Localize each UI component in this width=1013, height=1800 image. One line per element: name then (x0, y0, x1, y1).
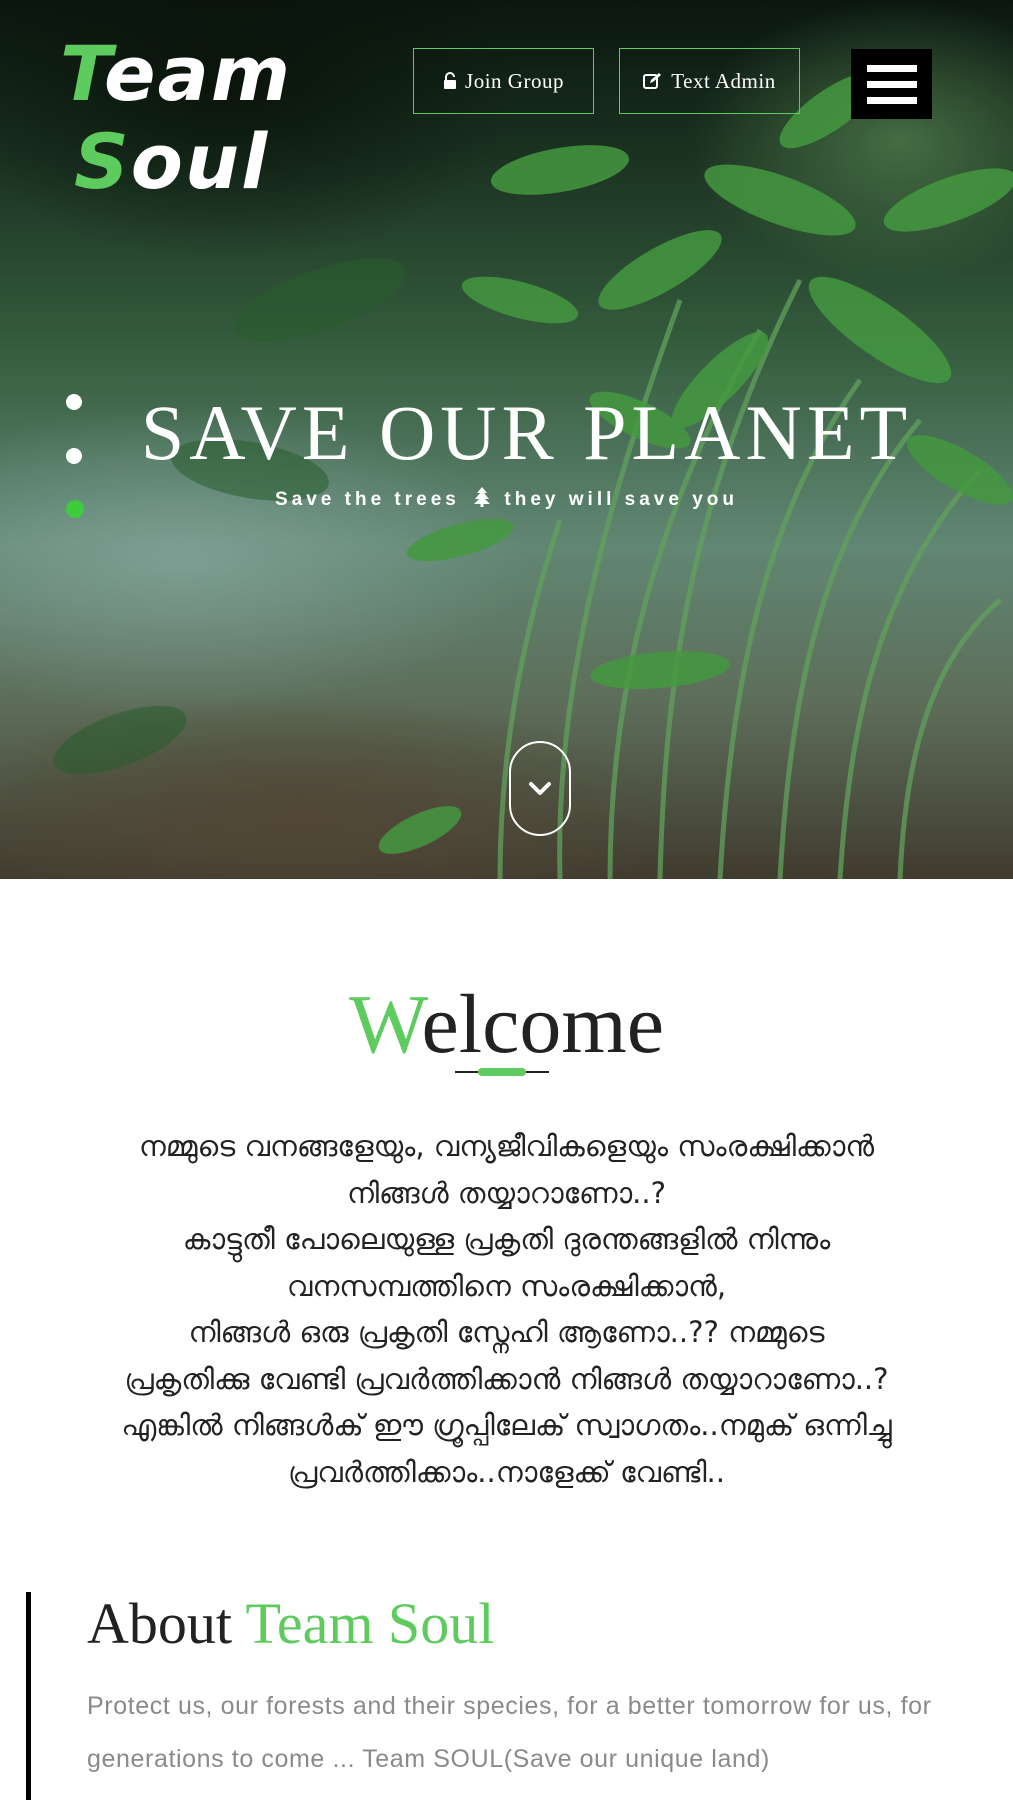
tree-icon (474, 487, 491, 507)
welcome-line: നമ്മുടെ വനങ്ങളേയും, വന്യജീവികളെയും സംരക്… (138, 1129, 875, 1163)
chevron-down-icon (529, 781, 551, 795)
hero-subtitle-start: Save the trees (275, 489, 460, 510)
welcome-line: കാട്ടുതീ പോലെയുള്ള പ്രകൃതി ദുരന്തങ്ങളിൽ … (182, 1222, 831, 1256)
welcome-heading-text: elcome (421, 978, 665, 1071)
text-admin-button[interactable]: Text Admin (619, 48, 800, 114)
join-group-label: Join Group (465, 68, 564, 93)
hero-subtitle-end: they will save you (504, 489, 738, 510)
hamburger-menu-icon[interactable] (851, 49, 932, 119)
welcome-line: എങ്കിൽ നിങ്ങൾക് ഈ ഗ്രൂപ്പിലേക് സ്വാഗതം..… (121, 1408, 892, 1442)
hero-subtitle: Save the trees they will save you (0, 487, 1013, 511)
logo-text: eam (104, 29, 293, 118)
welcome-line: വനസമ്പത്തിനെ സംരക്ഷിക്കാൻ, (286, 1268, 727, 1303)
edit-icon (643, 73, 662, 89)
welcome-heading: Welcome (0, 975, 1013, 1075)
about-text: Protect us, our forests and their specie… (87, 1692, 932, 1773)
about-heading-text: About (87, 1591, 246, 1656)
welcome-line: പ്രകൃതിക്കു വേണ്ടി പ്രവർത്തിക്കാൻ നിങ്ങൾ… (124, 1361, 889, 1396)
welcome-accent-letter: W (348, 978, 422, 1071)
site-logo[interactable]: Team Soul (60, 30, 292, 206)
welcome-line: പ്രവർത്തിക്കാം..നാളേക്ക് വേണ്ടി.. (288, 1454, 725, 1489)
join-group-button[interactable]: Join Group (413, 48, 594, 114)
about-heading: About Team Soul (87, 1592, 1013, 1656)
welcome-line: നിങ്ങൾ ഒരു പ്രകൃതി സ്നേഹി ആണോ..?? നമ്മുട… (188, 1315, 825, 1349)
logo-accent-letter: T (60, 29, 105, 118)
welcome-text: നമ്മുടെ വനങ്ങളേയും, വന്യജീവികളെയും സംരക്… (40, 1123, 973, 1495)
about-section: About Team Soul Protect us, our forests … (26, 1592, 1013, 1800)
unlock-icon (444, 72, 457, 89)
hero-title: SAVE OUR PLANET (140, 389, 913, 476)
scroll-down-button[interactable] (509, 741, 571, 836)
hero-banner: Team Soul Join Group Text Admin SAVE OUR… (0, 0, 1013, 879)
text-admin-label: Text Admin (671, 68, 776, 93)
logo-accent-letter: S (74, 117, 131, 206)
about-heading-accent: Team Soul (245, 1591, 495, 1656)
heading-divider-accent (478, 1068, 526, 1076)
welcome-line: നിങ്ങൾ തയ്യാറാണോ..? (346, 1175, 667, 1210)
logo-text: oul (130, 117, 270, 206)
